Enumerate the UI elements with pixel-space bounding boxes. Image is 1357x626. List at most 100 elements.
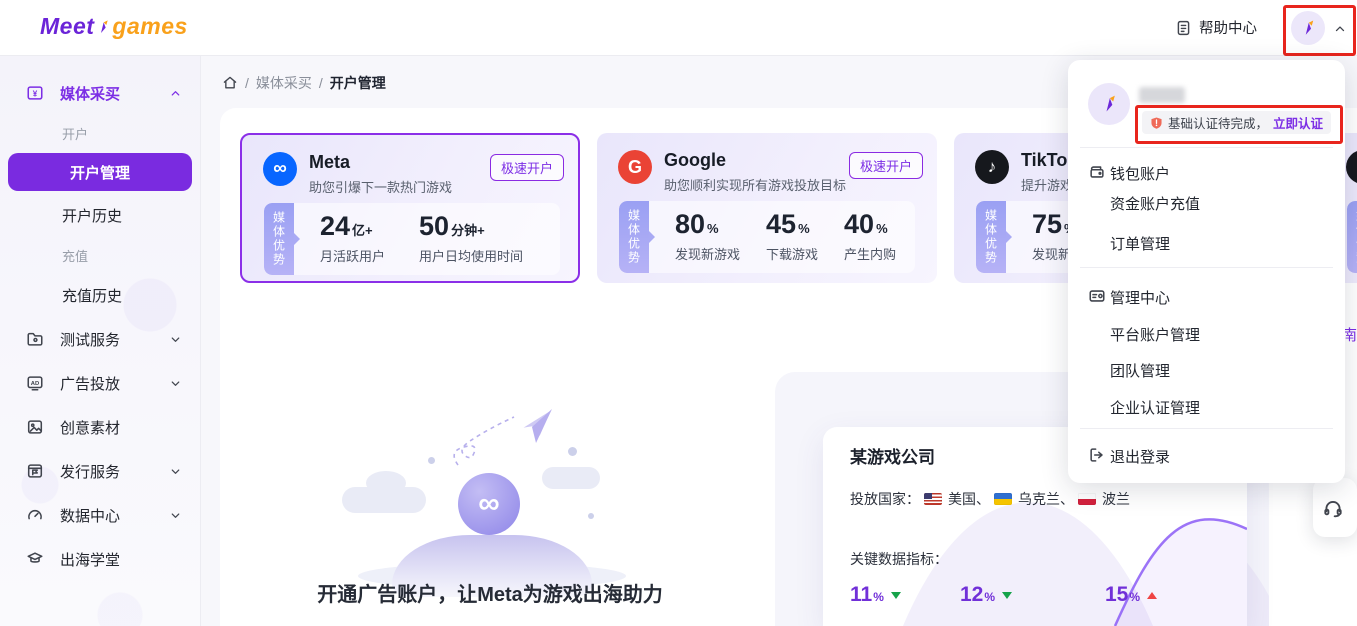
fast-open-badge[interactable]: 极速开户 (849, 152, 923, 179)
media-advantage-pill: 媒体优势 (264, 203, 294, 275)
app-window: Meet games 帮助中心 ¥ 媒体采买 (0, 0, 1357, 626)
chevron-up-icon (1333, 22, 1347, 36)
card-stat: 24亿+ 月活跃用户 (320, 213, 385, 265)
promo-headline: 开通广告账户，让Meta为游戏出海助力 (240, 578, 740, 607)
avatar (1088, 83, 1130, 125)
sidebar-item-data-center[interactable]: 数据中心 (0, 493, 200, 537)
breadcrumb-separator: / (245, 75, 249, 91)
menu-item-fund-recharge[interactable]: 资金账户充值 (1068, 192, 1345, 214)
verification-alert: 基础认证待完成， 立即认证 (1142, 111, 1331, 134)
card-stat: 45% 下载游戏 (766, 211, 818, 263)
card-stat: 50分钟+ 用户日均使用时间 (419, 213, 523, 265)
decor-dot (568, 447, 577, 456)
help-center-label: 帮助中心 (1199, 17, 1257, 38)
sidebar-item-account-management[interactable]: 开户管理 (8, 153, 192, 191)
stat-label: 用户日均使用时间 (419, 246, 523, 265)
menu-item-label: 资金账户充值 (1110, 193, 1200, 214)
sidebar-item-testing-services[interactable]: 测试服务 (0, 317, 200, 361)
country-name: 波兰 (1102, 489, 1130, 509)
sidebar-item-account-history[interactable]: 开户历史 (0, 193, 200, 237)
help-center-button[interactable]: 帮助中心 (1175, 17, 1257, 38)
card-title: Meta (309, 152, 452, 173)
divider (1080, 147, 1333, 148)
metric-unit: % (873, 590, 884, 604)
media-buying-icon: ¥ (26, 84, 44, 102)
shield-alert-icon (1150, 116, 1163, 130)
flag-poland-icon (1078, 493, 1096, 505)
tiktok-logo-icon: ♪ (975, 150, 1009, 184)
stat-value: 50 (419, 211, 449, 241)
svg-text:¥: ¥ (33, 89, 38, 98)
rocket-icon (94, 18, 112, 36)
metric-item: 15% (1105, 583, 1157, 607)
menu-item-admin-center[interactable]: 管理中心 (1068, 286, 1345, 308)
verify-now-link[interactable]: 立即认证 (1273, 113, 1323, 132)
stat-value: 24 (320, 211, 350, 241)
sidebar-item-media-buying[interactable]: ¥ 媒体采买 (0, 71, 200, 115)
sidebar-item-recharge-history[interactable]: 充值历史 (0, 273, 200, 317)
company-name: 某游戏公司 (850, 443, 935, 468)
user-dropdown-menu: 基础认证待完成， 立即认证 钱包账户 资金账户充值 订单管理 管理中心 平台账户管… (1068, 60, 1345, 483)
metrics-label: 关键数据指标： (850, 549, 948, 569)
menu-item-wallet-account[interactable]: 钱包账户 (1068, 162, 1345, 184)
meta-illustration: ∞ (300, 395, 680, 570)
stat-label: 发现新游戏 (675, 244, 740, 263)
stat-value: 75 (1032, 209, 1062, 239)
menu-item-enterprise-verification[interactable]: 企业认证管理 (1068, 396, 1345, 418)
sidebar-section-open-account: 开户 (0, 115, 200, 151)
breadcrumb-separator: / (319, 75, 323, 91)
media-card-meta[interactable]: ∞ Meta 助您引爆下一款热门游戏 极速开户 媒体优势 24亿+ 月活跃用户 … (240, 133, 580, 283)
chevron-down-icon (169, 377, 182, 390)
menu-item-label: 退出登录 (1110, 446, 1170, 467)
fast-open-badge[interactable]: 极速开户 (490, 154, 564, 181)
chevron-down-icon (169, 509, 182, 522)
stat-value: 40 (844, 209, 874, 239)
gauge-icon (26, 506, 44, 524)
sidebar-item-ad-delivery[interactable]: AD 广告投放 (0, 361, 200, 405)
media-advantage-pill: 媒体优势 (1347, 201, 1357, 273)
media-advantage-pill: 媒体优势 (976, 201, 1006, 273)
avatar[interactable] (1291, 11, 1325, 45)
stat-unit: % (876, 221, 888, 236)
wallet-icon (1088, 163, 1106, 181)
sidebar-item-label: 创意素材 (60, 417, 182, 438)
user-menu-trigger[interactable] (1283, 5, 1353, 51)
chevron-up-icon (169, 87, 182, 100)
menu-item-order-management[interactable]: 订单管理 (1068, 232, 1345, 254)
sidebar-section-recharge: 充值 (0, 237, 200, 273)
image-icon (26, 418, 44, 436)
alert-text: 基础认证待完成， (1168, 113, 1268, 132)
divider (1080, 428, 1333, 429)
rocket-icon (1299, 18, 1317, 38)
decor-dot (588, 513, 594, 519)
breadcrumb-media-buying[interactable]: 媒体采买 (256, 73, 312, 93)
svg-text:AD: AD (31, 381, 39, 387)
metric-unit: % (1129, 590, 1140, 604)
home-icon[interactable] (222, 75, 238, 91)
sidebar-item-publishing-services[interactable]: 发行服务 (0, 449, 200, 493)
menu-item-team-management[interactable]: 团队管理 (1068, 359, 1345, 381)
card-stats-strip: 媒体优势 80% 发现新游戏 45% 下载游戏 40% 产生内购 (619, 201, 915, 273)
card-stat: 80% 发现新游戏 (675, 211, 740, 263)
sidebar-item-label: 广告投放 (60, 373, 169, 394)
media-card-google[interactable]: G Google 助您顺利实现所有游戏投放目标 极速开户 媒体优势 80% 发现… (597, 133, 937, 283)
sidebar-item-creative-assets[interactable]: 创意素材 (0, 405, 200, 449)
card-stats-strip: 媒体优势 (1347, 201, 1357, 273)
meta-logo-icon: ∞ (263, 152, 297, 186)
country-name: 乌克兰、 (1018, 489, 1074, 509)
menu-item-logout[interactable]: 退出登录 (1068, 445, 1345, 467)
sidebar-item-overseas-academy[interactable]: 出海学堂 (0, 537, 200, 581)
stat-unit: % (707, 221, 719, 236)
menu-item-platform-account-management[interactable]: 平台账户管理 (1068, 323, 1345, 345)
sidebar: ¥ 媒体采买 开户 开户管理 开户历史 充值 充值历史 测试服务 AD 广告投放… (0, 55, 201, 626)
cloud-shape (366, 471, 406, 495)
decor-dot (428, 457, 435, 464)
publishing-icon (26, 462, 44, 480)
metric-unit: % (984, 590, 995, 604)
brand-logo[interactable]: Meet games (40, 13, 188, 40)
rocket-icon (1099, 93, 1119, 115)
cloud-shape (542, 467, 600, 489)
stat-label: 下载游戏 (766, 244, 818, 263)
customer-service-button[interactable] (1313, 478, 1357, 537)
divider (1080, 267, 1333, 268)
